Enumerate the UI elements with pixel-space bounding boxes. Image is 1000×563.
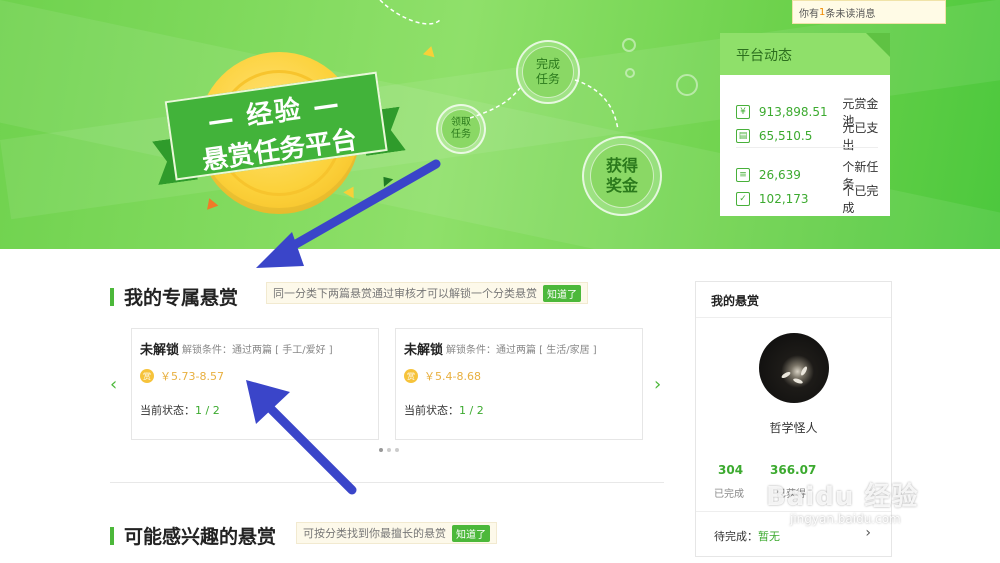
cash-icon: ▤: [736, 129, 750, 143]
notice-suffix: 条未读消息: [825, 8, 876, 20]
reward-amount: ￥5.73-8.57: [160, 370, 224, 383]
completed-count: 304: [718, 463, 744, 477]
title-accent-bar: [110, 526, 114, 545]
got-it-button[interactable]: 知道了: [543, 284, 581, 302]
deco-ring: [676, 74, 698, 96]
stat-value: 913,898.51: [758, 105, 828, 119]
page: — 经验 — 悬赏任务平台 领取 任务 完成 任务 获得 奖金 你有 1 条未读消息…: [0, 0, 1000, 563]
step-complete-task: 完成 任务: [516, 40, 580, 104]
divider: [696, 317, 891, 318]
interest-tip: 可按分类找到你最擅长的悬赏 知道了: [296, 522, 497, 544]
pending-label: 待完成：: [714, 530, 758, 543]
chevron-right-icon[interactable]: ›: [865, 525, 871, 541]
unread-notice[interactable]: 你有 1 条未读消息: [792, 0, 946, 24]
prev-arrow-icon[interactable]: ‹: [110, 374, 117, 395]
pending-row[interactable]: 待完成：暂无: [714, 528, 780, 544]
step-claim-task: 领取 任务: [436, 104, 486, 154]
confetti: [203, 196, 219, 210]
corner-fold: [866, 33, 890, 57]
tip-text: 可按分类找到你最擅长的悬赏: [303, 527, 446, 540]
confetti: [422, 44, 438, 58]
status-value: 1 / 2: [195, 404, 220, 417]
avatar[interactable]: [759, 333, 829, 403]
username[interactable]: 哲学怪人: [696, 419, 891, 436]
carousel-dot[interactable]: [387, 448, 391, 452]
reward-range: 赏 ￥5.4-8.68: [404, 368, 481, 384]
checkbox-icon: ✓: [736, 192, 750, 206]
deco-ring: [625, 68, 635, 78]
interest-section-title: 可能感兴趣的悬赏: [110, 522, 276, 549]
yen-icon: ¥: [736, 105, 750, 119]
my-bounty-title: 我的悬赏: [711, 294, 760, 308]
current-status: 当前状态：1 / 2: [404, 402, 484, 418]
platform-dynamics-title: 平台动态: [720, 33, 890, 75]
reward-amount: ￥5.4-8.68: [424, 370, 481, 383]
carousel-dot[interactable]: [379, 448, 383, 452]
document-icon: ≡: [736, 168, 750, 182]
stat-value: 26,639: [758, 168, 801, 182]
stat-label: 个已完成: [842, 184, 879, 215]
notice-prefix: 你有: [799, 8, 819, 20]
carousel-dot[interactable]: [395, 448, 399, 452]
section-title-text: 我的专属悬赏: [124, 287, 239, 309]
next-arrow-icon[interactable]: ›: [654, 374, 661, 395]
pending-value: 暂无: [758, 530, 780, 543]
exclusive-tip: 同一分类下两篇悬赏通过审核才可以解锁一个分类悬赏 知道了: [266, 282, 588, 304]
reward-badge-icon: 赏: [404, 369, 418, 383]
section-title-text: 可能感兴趣的悬赏: [124, 526, 277, 548]
got-it-button[interactable]: 知道了: [452, 524, 490, 542]
deco-ring: [622, 38, 636, 52]
lock-status: 未解锁: [140, 343, 180, 358]
baidu-watermark: Baidu 经验: [766, 482, 919, 512]
tip-text: 同一分类下两篇悬赏通过审核才可以解锁一个分类悬赏: [273, 287, 537, 300]
bounty-card[interactable]: 未解锁 解锁条件：通过两篇 [ 手工/爱好 ] 赏 ￥5.73-8.57 当前状…: [131, 328, 379, 440]
status-value: 1 / 2: [459, 404, 484, 417]
status-label: 当前状态：: [140, 404, 195, 417]
reward-range: 赏 ￥5.73-8.57: [140, 368, 224, 384]
reward-badge-icon: 赏: [140, 369, 154, 383]
stat-value: 65,510.5: [758, 129, 813, 143]
unlock-condition: 解锁条件：通过两篇 [ 生活/家居 ]: [446, 345, 597, 356]
lock-status: 未解锁: [404, 343, 444, 358]
divider: [736, 147, 878, 148]
watermark-url: jingyan.baidu.com: [790, 512, 901, 526]
unlock-condition: 解锁条件：通过两篇 [ 手工/爱好 ]: [182, 345, 333, 356]
earned-amount: 366.07: [770, 463, 817, 477]
completed-label: 已完成: [714, 489, 744, 500]
exclusive-section-title: 我的专属悬赏: [110, 283, 238, 310]
platform-dynamics-panel: 平台动态 ¥ 913,898.51 元赏金池 ▤ 65,510.5 元已支出 ≡…: [720, 33, 890, 216]
hero-banner: — 经验 — 悬赏任务平台 领取 任务 完成 任务 获得 奖金 你有 1 条未读消息…: [0, 0, 1000, 249]
stat-value: 102,173: [758, 192, 809, 206]
status-label: 当前状态：: [404, 404, 459, 417]
current-status: 当前状态：1 / 2: [140, 402, 220, 418]
section-divider: [110, 482, 664, 483]
stat-row: ✓ 102,173 个已完成: [736, 182, 890, 216]
title-accent-bar: [110, 287, 114, 306]
step-get-reward: 获得 奖金: [582, 136, 662, 216]
bounty-card[interactable]: 未解锁 解锁条件：通过两篇 [ 生活/家居 ] 赏 ￥5.4-8.68 当前状态…: [395, 328, 643, 440]
carousel-dots[interactable]: [379, 448, 399, 452]
